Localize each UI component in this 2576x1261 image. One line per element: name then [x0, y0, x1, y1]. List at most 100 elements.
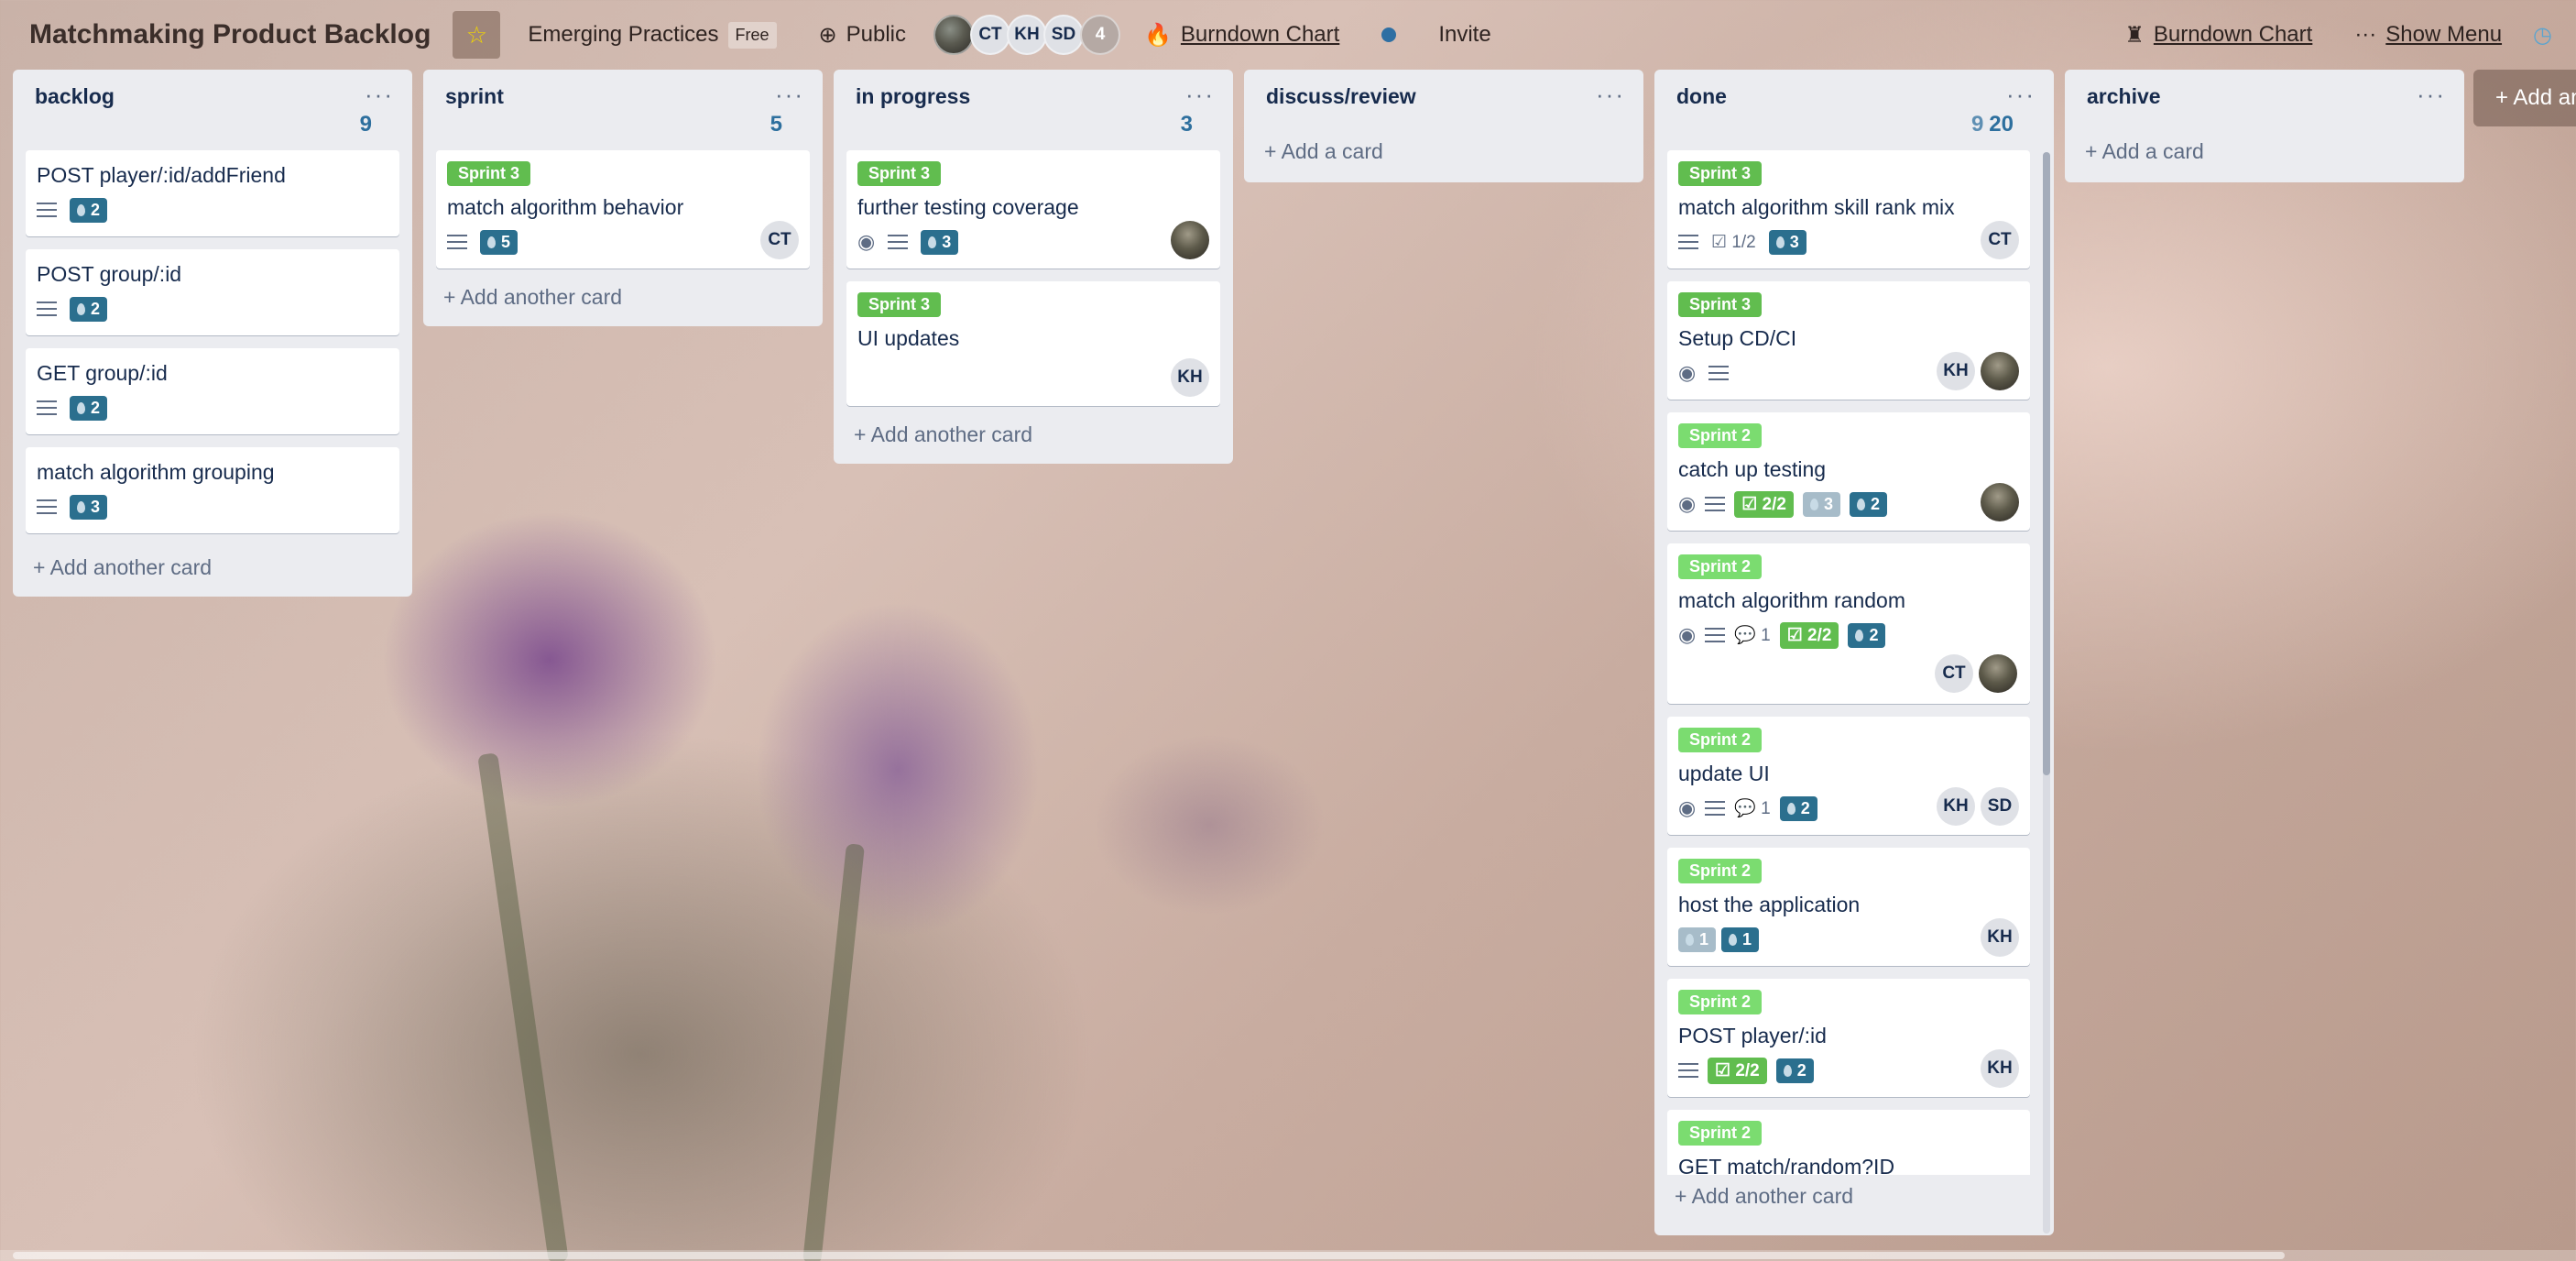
member-avatar[interactable]: KH — [1937, 787, 1975, 826]
card-badges: 2 — [37, 293, 387, 324]
member-avatar[interactable]: KH — [1981, 918, 2019, 957]
card-title: GET match/random?ID — [1678, 1155, 1895, 1175]
card-label: Sprint 2 — [1678, 728, 1763, 752]
card[interactable]: POST player/:id/addFriend 2 — [26, 150, 399, 236]
member-avatar[interactable]: SD — [1981, 787, 2019, 826]
card[interactable]: Sprint 2 host the application 1 1 KH — [1667, 848, 2030, 966]
member-avatar[interactable]: KH — [1981, 1049, 2019, 1088]
list-menu-icon[interactable]: ··· — [1185, 81, 1215, 109]
list-menu-icon[interactable]: ··· — [775, 81, 804, 109]
plan-badge: Free — [727, 21, 777, 49]
story-points-badge: 2 — [1848, 622, 1886, 648]
story-points-badge: 2 — [70, 197, 108, 223]
story-points-badge: 2 — [70, 296, 108, 322]
member-avatar[interactable]: CT — [970, 15, 1010, 55]
member-avatar[interactable]: KH — [1171, 358, 1209, 397]
card[interactable]: Sprint 3 Setup CD/CI ◉ KH — [1667, 281, 2030, 400]
visibility-label: Public — [846, 22, 906, 47]
list-points-count: 3 — [1180, 112, 1193, 137]
visibility-button[interactable]: ⊕ Public — [804, 11, 921, 59]
member-avatar[interactable]: CT — [1935, 654, 1973, 693]
member-avatar[interactable]: CT — [760, 221, 799, 259]
card[interactable]: Sprint 2 GET match/random?ID — [1667, 1110, 2030, 1175]
add-card-button[interactable]: + Add another card — [846, 419, 1220, 456]
watch-eye-icon: ◉ — [857, 230, 876, 253]
list-title[interactable]: done — [1676, 84, 1727, 109]
invite-label: Invite — [1438, 22, 1491, 47]
card[interactable]: match algorithm grouping 3 — [26, 447, 399, 533]
add-card-label: Add another card — [1691, 1184, 1854, 1208]
add-list-button[interactable]: + Add another list — [2473, 70, 2576, 126]
card-label: Sprint 3 — [857, 161, 942, 186]
card-label: Sprint 3 — [1678, 292, 1763, 317]
more-members-count[interactable]: 4 — [1080, 15, 1120, 55]
list-title[interactable]: discuss/review — [1266, 84, 1416, 109]
points-icon — [1786, 802, 1796, 815]
burndown-chart-link[interactable]: Burndown Chart — [2154, 22, 2312, 48]
add-card-button[interactable]: + Add a card — [1257, 136, 1631, 173]
burndown-chart-link[interactable]: Burndown Chart — [1181, 22, 1339, 48]
list-menu-icon[interactable]: ··· — [365, 81, 394, 109]
add-card-button[interactable]: + Add a card — [2078, 136, 2451, 173]
member-avatar[interactable] — [1171, 221, 1209, 259]
card-label: Sprint 2 — [1678, 859, 1763, 883]
member-avatar[interactable] — [933, 15, 974, 55]
list-menu-icon[interactable]: ··· — [2006, 81, 2036, 109]
card[interactable]: Sprint 2 POST player/:id ☑ 2/2 2 KH — [1667, 979, 2030, 1097]
star-board-button[interactable]: ☆ — [453, 11, 501, 59]
description-icon — [37, 499, 57, 514]
invite-button[interactable]: Invite — [1424, 11, 1505, 59]
member-avatar[interactable]: SD — [1043, 15, 1084, 55]
powerup-button[interactable] — [1367, 11, 1411, 59]
card-members: KH — [1937, 352, 2019, 390]
card[interactable]: Sprint 3 further testing coverage ◉ 3 — [846, 150, 1220, 269]
card[interactable]: Sprint 2 catch up testing ◉ ☑ 2/2 3 2 — [1667, 412, 2030, 531]
member-avatar[interactable] — [1981, 352, 2019, 390]
card-title: match algorithm grouping — [37, 460, 275, 484]
add-card-label: Add another card — [870, 422, 1033, 446]
clock-button[interactable]: ◷ — [2529, 11, 2556, 59]
card-badges: 1 1 — [1678, 924, 2017, 955]
flame-icon: 🔥 — [1144, 22, 1172, 48]
burndown-chart-button-left[interactable]: 🔥 Burndown Chart — [1130, 11, 1354, 59]
done-cards-scroll[interactable]: Sprint 3 match algorithm skill rank mix … — [1667, 150, 2041, 1175]
scrollbar-thumb[interactable] — [2043, 152, 2050, 775]
card[interactable]: POST group/:id 2 — [26, 249, 399, 335]
card-members: KH SD — [1937, 787, 2019, 826]
horizontal-scrollbar[interactable] — [0, 1250, 2576, 1261]
card[interactable]: Sprint 3 match algorithm skill rank mix … — [1667, 150, 2030, 269]
show-menu-button[interactable]: ··· Show Menu — [2340, 11, 2516, 59]
list-in-progress: in progress ··· 3 Sprint 3 further testi… — [834, 70, 1233, 464]
vertical-scrollbar[interactable] — [2043, 152, 2050, 1234]
member-avatar[interactable]: KH — [1937, 352, 1975, 390]
points-value: 2 — [1796, 1060, 1806, 1080]
add-card-button[interactable]: + Add another card — [436, 281, 810, 319]
member-avatar[interactable]: KH — [1007, 15, 1047, 55]
list-header: backlog ··· 9 — [26, 70, 399, 150]
card[interactable]: Sprint 3 match algorithm behavior 5 CT — [436, 150, 810, 269]
add-card-button[interactable]: + Add another card — [1667, 1175, 2041, 1218]
card[interactable]: GET group/:id 2 — [26, 348, 399, 434]
story-points-badge: 3 — [1768, 229, 1806, 255]
burndown-chart-button-right[interactable]: ♜ Burndown Chart — [2110, 11, 2327, 59]
list-title[interactable]: archive — [2087, 84, 2161, 109]
member-avatar[interactable] — [1981, 483, 2019, 521]
list-title[interactable]: sprint — [445, 84, 504, 109]
list-menu-icon[interactable]: ··· — [2417, 81, 2446, 109]
background-photo-stem — [477, 752, 569, 1261]
add-card-button[interactable]: + Add another card — [26, 546, 399, 589]
list-menu-icon[interactable]: ··· — [1596, 81, 1625, 109]
member-avatar[interactable]: CT — [1981, 221, 2019, 259]
list-title[interactable]: in progress — [856, 84, 970, 109]
board-members: CT KH SD 4 — [933, 15, 1120, 55]
member-avatar[interactable] — [1979, 654, 2017, 693]
description-icon — [1708, 366, 1730, 380]
team-button[interactable]: Emerging Practices Free — [513, 11, 791, 59]
board-title[interactable]: Matchmaking Product Backlog — [20, 19, 440, 50]
card-title: POST player/:id/addFriend — [37, 163, 286, 187]
card[interactable]: Sprint 3 UI updates KH — [846, 281, 1220, 406]
card[interactable]: Sprint 2 match algorithm random ◉ 💬 1 ☑ … — [1667, 543, 2030, 704]
card[interactable]: Sprint 2 update UI ◉ 💬 1 2 KH SD — [1667, 717, 2030, 835]
list-title[interactable]: backlog — [35, 84, 115, 109]
scrollbar-thumb[interactable] — [13, 1252, 2285, 1259]
